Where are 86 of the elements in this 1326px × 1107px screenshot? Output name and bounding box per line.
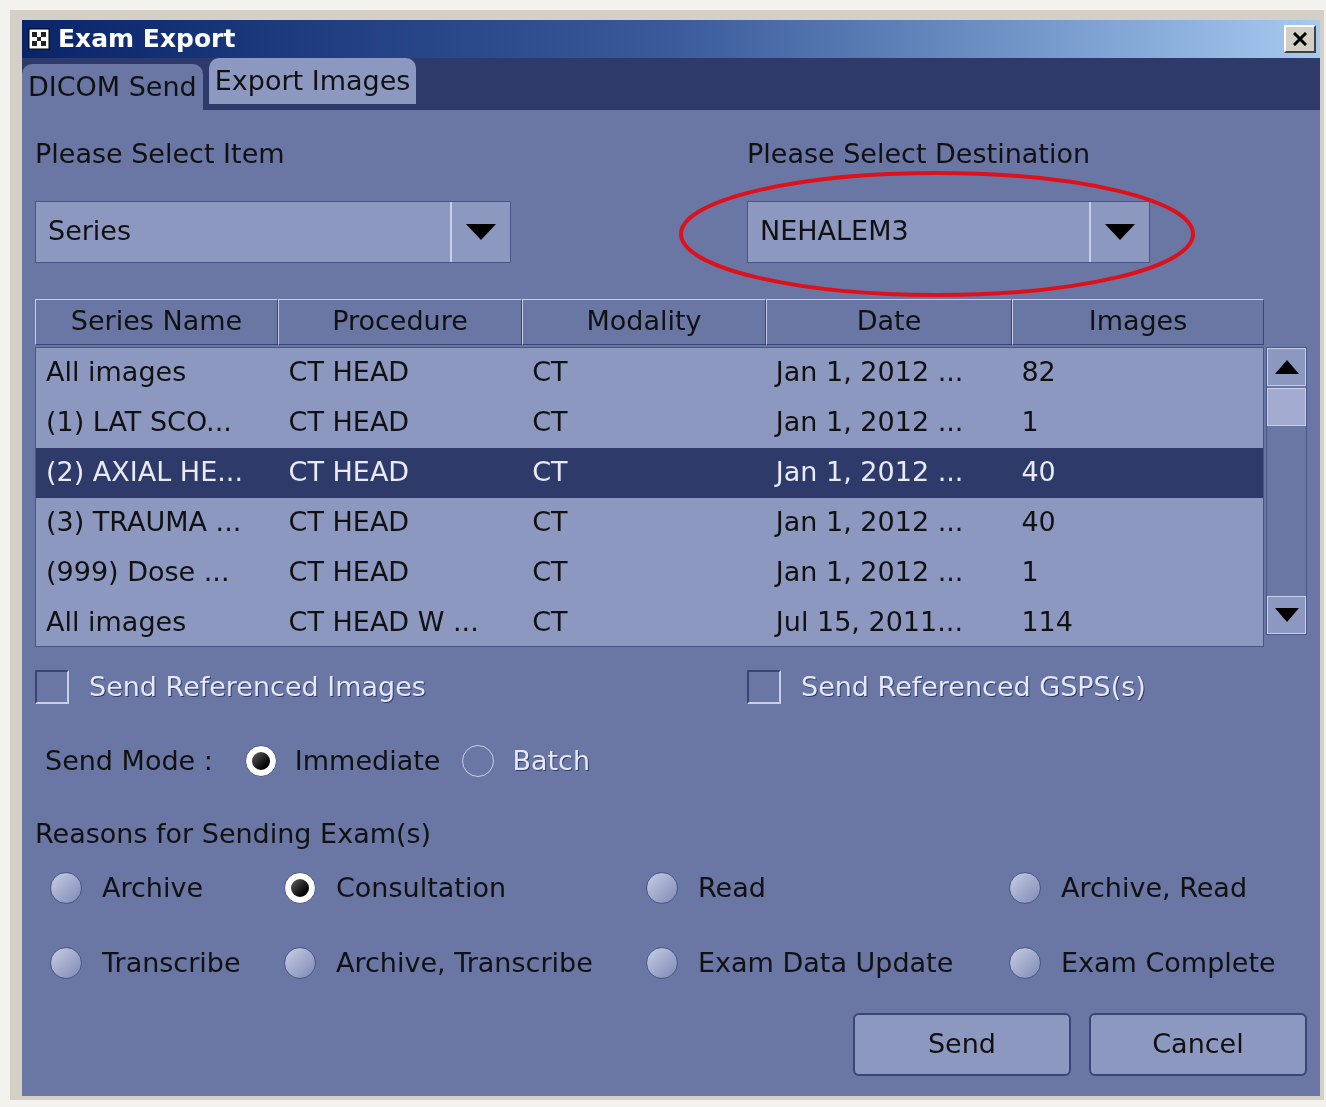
- table-cell-text: Jan 1, 2012 ...: [775, 455, 964, 490]
- field-label: Please Select Item: [35, 137, 286, 171]
- radio-label: Archive: [102, 871, 204, 905]
- radio-label: Consultation: [336, 871, 506, 905]
- caret-icon: [1105, 223, 1135, 240]
- radio-label: Batch: [512, 744, 590, 778]
- scroll-up-button[interactable]: [1267, 347, 1306, 386]
- checkbox-label: Send Referenced GSPS(s): [801, 669, 1146, 704]
- radio-button[interactable]: [244, 745, 277, 778]
- table-cell-text: CT: [532, 355, 568, 390]
- window-title: Exam Export: [58, 23, 236, 56]
- table-cell-text: CT HEAD W ...: [288, 605, 479, 640]
- radio-button[interactable]: [1009, 946, 1041, 979]
- table-cell-text: (999) Dose ...: [46, 555, 230, 590]
- radio-label: Archive, Read: [1061, 871, 1248, 905]
- table-cell-text: 1: [1021, 555, 1039, 590]
- radio-label: Archive, Transcribe: [336, 945, 593, 980]
- field-label: Please Select Destination: [747, 137, 1091, 171]
- column-header[interactable]: Procedure: [278, 298, 522, 345]
- radio-label: Immediate: [294, 744, 441, 778]
- scroll-thumb[interactable]: [1267, 387, 1306, 426]
- table-cell-text: CT: [532, 555, 568, 590]
- radio-label: Transcribe: [102, 945, 241, 980]
- table-cell-text: Jan 1, 2012 ...: [775, 355, 964, 390]
- radio-button[interactable]: [646, 946, 678, 979]
- table-cell-text: All images: [46, 605, 187, 640]
- table-cell-text: CT HEAD: [288, 555, 410, 590]
- table-cell-text: All images: [46, 355, 187, 390]
- radio-label: Exam Complete: [1061, 945, 1276, 980]
- table-cell-text: (3) TRAUMA ...: [46, 505, 242, 540]
- column-header[interactable]: Modality: [522, 298, 766, 345]
- field-label: Send Mode :: [45, 744, 213, 778]
- table-cell-text: Jan 1, 2012 ...: [775, 405, 964, 440]
- table-cell-text: CT HEAD: [288, 455, 410, 490]
- table-cell-text: 1: [1021, 405, 1039, 440]
- table-row[interactable]: (2) AXIAL HE... CT HEAD CT Jan 1, 2012 ... 40: [36, 447, 1263, 498]
- table-cell-text: CT HEAD: [288, 505, 410, 540]
- table-row[interactable]: (999) Dose ... CT HEAD CT Jan 1, 2012 ... 1: [36, 547, 1263, 598]
- section-label: Reasons for Sending Exam(s): [35, 816, 433, 851]
- app-icon: [28, 28, 50, 50]
- table-cell-text: CT: [532, 505, 568, 540]
- table-cell-text: Jan 1, 2012 ...: [775, 555, 964, 590]
- series-dropdown[interactable]: Series: [35, 200, 511, 263]
- table-cell-text: 82: [1021, 355, 1056, 390]
- dropdown-value: Series: [47, 214, 133, 249]
- tab[interactable]: Export Images: [208, 58, 417, 104]
- table-cell-text: CT: [532, 405, 568, 440]
- table-cell-text: (2) AXIAL HE...: [46, 455, 243, 490]
- table-row[interactable]: All images CT HEAD W ... CT Jul 15, 2011... 114: [36, 597, 1263, 646]
- column-header[interactable]: Date: [766, 298, 1012, 345]
- checkbox-label: Send Referenced Images: [89, 669, 426, 704]
- table-cell-text: 40: [1021, 505, 1056, 540]
- table-cell-text: Jul 15, 2011...: [775, 605, 963, 640]
- radio-button[interactable]: [646, 872, 678, 905]
- caret-icon: [466, 223, 496, 240]
- scroll-down-button[interactable]: [1267, 595, 1306, 634]
- table-cell-text: Jan 1, 2012 ...: [775, 505, 964, 540]
- destination-dropdown[interactable]: NEHALEM3: [747, 200, 1150, 263]
- radio-button[interactable]: [1009, 872, 1041, 905]
- radio-button[interactable]: [284, 872, 316, 905]
- dropdown-value: NEHALEM3: [759, 214, 910, 249]
- close-button[interactable]: [1284, 25, 1316, 53]
- dialog-button[interactable]: Send: [853, 1013, 1071, 1076]
- dialog-button[interactable]: Cancel: [1089, 1013, 1307, 1076]
- radio-button[interactable]: [50, 946, 82, 979]
- radio-button[interactable]: [284, 946, 316, 979]
- radio-label: Exam Data Update: [698, 945, 954, 980]
- radio-label: Read: [698, 871, 766, 905]
- up-arrow-icon: [1274, 359, 1299, 374]
- table-cell-text: 114: [1021, 605, 1073, 640]
- table-row[interactable]: (3) TRAUMA ... CT HEAD CT Jan 1, 2012 ... 40: [36, 497, 1263, 548]
- column-header[interactable]: Series Name: [35, 298, 278, 345]
- scrollbar[interactable]: [1266, 346, 1307, 635]
- close-icon: [1292, 32, 1308, 46]
- column-header[interactable]: Images: [1012, 298, 1264, 345]
- table-cell-text: CT: [532, 455, 568, 490]
- table-cell-text: (1) LAT SCO...: [46, 405, 232, 440]
- tab[interactable]: DICOM Send: [22, 64, 203, 110]
- table-cell-text: CT HEAD: [288, 355, 410, 390]
- table-cell-text: CT HEAD: [288, 405, 410, 440]
- table-cell-text: CT: [532, 605, 568, 640]
- down-arrow-icon: [1274, 607, 1299, 622]
- table-row[interactable]: All images CT HEAD CT Jan 1, 2012 ... 82: [36, 347, 1263, 398]
- table-cell-text: 40: [1021, 455, 1056, 490]
- radio-button[interactable]: [50, 872, 82, 905]
- table-row[interactable]: (1) LAT SCO... CT HEAD CT Jan 1, 2012 ... 1: [36, 397, 1263, 448]
